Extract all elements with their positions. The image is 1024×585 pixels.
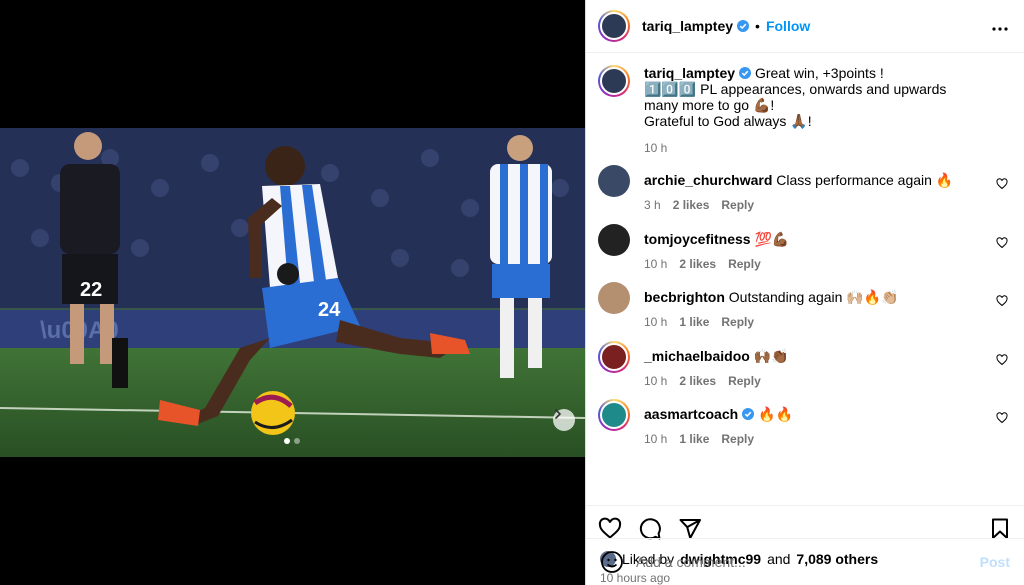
heart-icon	[598, 517, 622, 539]
post-comment-button[interactable]: Post	[980, 554, 1010, 570]
like-button[interactable]	[598, 517, 622, 541]
commenter-avatar[interactable]	[598, 399, 630, 431]
carousel-indicator	[284, 438, 300, 444]
football-photo-illustration: \u00A0 22	[0, 128, 585, 457]
carousel-dot-active	[284, 438, 290, 444]
comment-item: becbrighton Outstanding again 🙌🏼🔥👏🏼 10 h…	[598, 282, 1008, 341]
author-username[interactable]: tariq_lamptey	[642, 18, 733, 34]
comment-item: aasmartcoach 🔥🔥 10 h 1 like Reply	[598, 399, 1008, 458]
bookmark-icon	[992, 518, 1008, 539]
comments-list[interactable]: tariq_lamptey Great win, +3points ! 1️⃣0…	[586, 53, 1024, 505]
comment-time: 10 h	[644, 315, 668, 329]
caption-timestamp: 10 h	[644, 141, 668, 155]
comment-text: 💯💪🏾	[754, 230, 790, 247]
separator-dot: •	[755, 18, 760, 34]
comment-time: 10 h	[644, 256, 668, 271]
verified-badge-icon	[737, 20, 750, 32]
commenter-avatar[interactable]	[598, 340, 630, 373]
comment-text: Class performance again 🔥	[776, 172, 954, 188]
author-avatar[interactable]	[598, 10, 630, 42]
commenter-avatar[interactable]	[598, 165, 630, 197]
paper-plane-icon	[679, 518, 701, 539]
carousel-dot	[294, 438, 300, 444]
verified-badge-icon	[739, 67, 752, 79]
caption-line-3: Grateful to God always 🙏🏾!	[644, 113, 812, 129]
commenter-username[interactable]: _michaelbaidoo	[644, 348, 750, 364]
comment-bubble-icon	[639, 517, 661, 539]
caption-username[interactable]: tariq_lamptey	[644, 65, 735, 81]
chevron-right-icon	[555, 409, 562, 419]
commenter-username[interactable]: archie_churchward	[644, 172, 772, 188]
commenter-avatar[interactable]	[598, 282, 630, 314]
media-panel: \u00A0 22	[0, 0, 585, 585]
comment-text: 🔥🔥	[758, 406, 793, 422]
reply-button[interactable]: Reply	[721, 432, 754, 446]
reply-button[interactable]: Reply	[721, 315, 754, 329]
more-options-button[interactable]	[992, 18, 1008, 34]
commenter-avatar[interactable]	[598, 223, 630, 256]
emoji-smiley-icon	[601, 551, 623, 573]
caption-avatar[interactable]	[598, 65, 630, 97]
reply-button[interactable]: Reply	[721, 198, 754, 212]
commenter-username[interactable]: tomjoycefitness	[644, 231, 751, 247]
svg-text:22: 22	[80, 279, 102, 301]
like-comment-heart-icon[interactable]	[996, 295, 1008, 307]
comment-item: tomjoycefitness 💯💪🏾 10 h 2 likes Reply	[598, 223, 1008, 283]
post-photo[interactable]: \u00A0 22	[0, 128, 585, 457]
commenter-username[interactable]: becbrighton	[644, 289, 725, 305]
comment-time: 3 h	[644, 198, 661, 212]
comment-likes-count[interactable]: 2 likes	[679, 257, 716, 271]
comment-likes-count[interactable]: 1 like	[679, 432, 709, 446]
comment-input[interactable]	[636, 554, 968, 570]
emoji-button[interactable]	[600, 550, 624, 574]
like-comment-heart-icon[interactable]	[996, 353, 1008, 366]
caption-line-2: 1️⃣0️⃣0️⃣ PL appearances, onwards and up…	[644, 81, 947, 113]
follow-button[interactable]: Follow	[766, 18, 810, 34]
share-button[interactable]	[678, 517, 702, 541]
reply-button[interactable]: Reply	[728, 257, 761, 271]
verified-badge-icon	[742, 408, 755, 420]
like-comment-heart-icon[interactable]	[996, 412, 1008, 424]
svg-text:24: 24	[318, 299, 341, 321]
post-header: tariq_lamptey • Follow	[586, 0, 1024, 53]
comment-item: archie_churchward Class performance agai…	[598, 165, 1008, 224]
post-modal: \u00A0 22	[0, 0, 1024, 585]
comment-text: 🙌🏾👏🏾	[753, 347, 789, 364]
post-caption: tariq_lamptey Great win, +3points ! 1️⃣0…	[598, 65, 1008, 155]
comment-likes-count[interactable]: 1 like	[679, 315, 709, 329]
post-side-panel: tariq_lamptey • Follow tariq_lamptey Gre…	[585, 0, 1024, 585]
comment-button[interactable]	[638, 517, 662, 541]
comment-text: Outstanding again 🙌🏼🔥👏🏼	[728, 289, 899, 305]
comment-likes-count[interactable]: 2 likes	[679, 374, 716, 388]
comment-time: 10 h	[644, 432, 668, 446]
comment-item: _michaelbaidoo 🙌🏾👏🏾 10 h 2 likes Reply	[598, 340, 1008, 400]
commenter-username[interactable]: aasmartcoach	[644, 406, 738, 422]
comment-likes-count[interactable]: 2 likes	[673, 198, 710, 212]
like-comment-heart-icon[interactable]	[996, 178, 1008, 190]
comment-time: 10 h	[644, 373, 668, 388]
caption-line-1: Great win, +3points !	[754, 65, 884, 81]
more-horizontal-icon	[992, 27, 1008, 31]
like-comment-heart-icon[interactable]	[996, 236, 1008, 249]
save-button[interactable]	[988, 517, 1012, 541]
next-image-button[interactable]	[553, 409, 575, 431]
reply-button[interactable]: Reply	[728, 374, 761, 388]
comment-composer: Post	[586, 538, 1024, 585]
